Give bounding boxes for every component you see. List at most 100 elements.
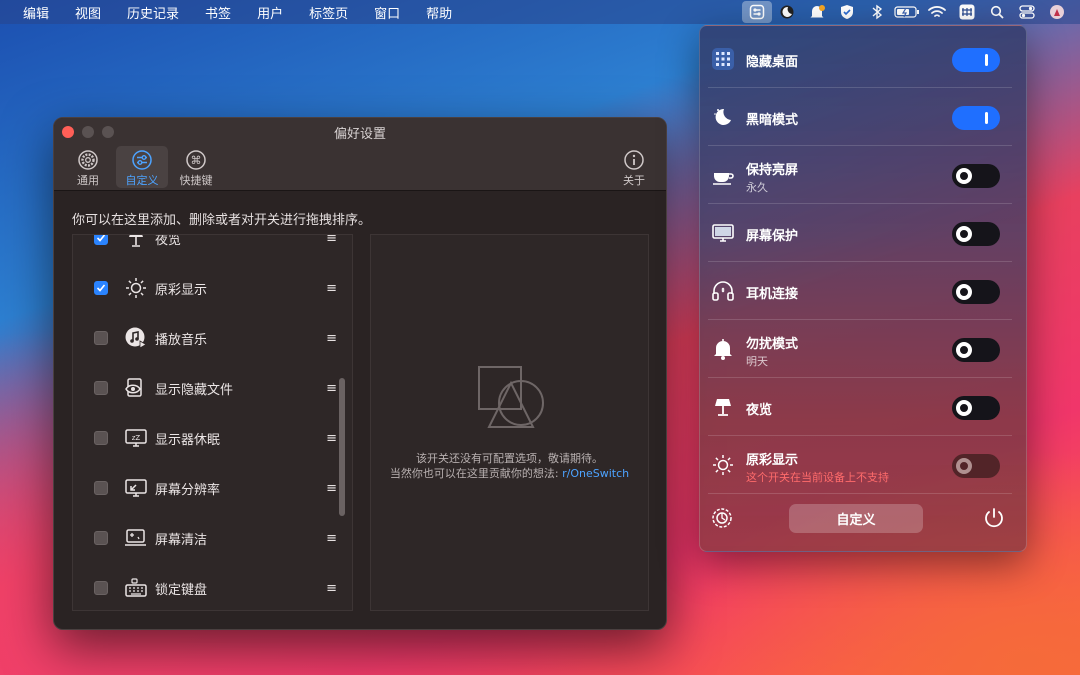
page-description: 你可以在这里添加、删除或者对开关进行拖拽排序。 xyxy=(72,213,372,228)
tab-customize[interactable]: 自定义 xyxy=(116,146,168,188)
sun-icon xyxy=(710,452,736,478)
headphones-toggle[interactable] xyxy=(952,280,1000,304)
status-bar xyxy=(742,0,1072,24)
wifi-icon[interactable] xyxy=(922,1,952,23)
switch-name: 夜览 xyxy=(746,403,773,418)
menu-bar: 编辑 视图 历史记录 书签 用户 标签页 窗口 帮助 xyxy=(0,0,1080,24)
moon-app-icon[interactable] xyxy=(772,1,802,23)
item-label: 显示隐藏文件 xyxy=(155,382,234,398)
drag-handle[interactable]: ≡ xyxy=(326,331,337,346)
item-checkbox[interactable] xyxy=(94,431,108,445)
switch-subtitle: 永久 xyxy=(746,181,768,194)
screen-clean-icon xyxy=(123,525,149,551)
item-checkbox[interactable] xyxy=(94,581,108,595)
switch-subtitle: 明天 xyxy=(746,355,768,368)
drag-handle[interactable]: ≡ xyxy=(326,381,337,396)
do-not-disturb-toggle[interactable] xyxy=(952,338,1000,362)
item-checkbox[interactable] xyxy=(94,281,108,295)
list-item[interactable]: 显示隐藏文件 ≡ xyxy=(73,363,343,413)
info-icon xyxy=(623,148,645,172)
shield-icon[interactable] xyxy=(832,1,862,23)
lamp-icon xyxy=(710,394,736,420)
tab-general[interactable]: 通用 xyxy=(62,146,114,188)
drag-handle[interactable]: ≡ xyxy=(326,581,337,596)
item-checkbox[interactable] xyxy=(94,331,108,345)
menu-bookmarks[interactable]: 书签 xyxy=(192,3,244,22)
bell-icon xyxy=(710,336,736,362)
drag-handle[interactable]: ≡ xyxy=(326,481,337,496)
night-shift-toggle[interactable] xyxy=(952,396,1000,420)
switch-name: 原彩显示 xyxy=(746,453,799,468)
display-sleep-icon: zZ xyxy=(123,425,149,451)
tab-shortcuts[interactable]: ⌘ 快捷键 xyxy=(170,146,222,188)
bluetooth-icon[interactable] xyxy=(862,1,892,23)
command-icon: ⌘ xyxy=(185,148,207,172)
switch-row-night-shift: 夜览 xyxy=(708,378,1012,436)
drag-handle[interactable]: ≡ xyxy=(326,235,337,246)
svg-text:⌘: ⌘ xyxy=(191,154,202,167)
settings-gear-icon[interactable] xyxy=(710,506,734,534)
item-checkbox[interactable] xyxy=(94,531,108,545)
moon-icon xyxy=(710,104,736,130)
tab-customize-label: 自定义 xyxy=(125,174,159,187)
menu-edit[interactable]: 编辑 xyxy=(10,3,62,22)
notification-icon[interactable] xyxy=(802,1,832,23)
list-item[interactable]: 锁定键盘 ≡ xyxy=(73,563,343,610)
menu-user[interactable]: 用户 xyxy=(244,3,296,22)
drag-handle[interactable]: ≡ xyxy=(326,531,337,546)
grid-icon xyxy=(710,46,736,72)
switch-row-hide-desktop: 隐藏桌面 xyxy=(708,30,1012,88)
detail-pane: 该开关还没有可配置选项，敬请期待。 当然你也可以在这里贡献你的想法: r/One… xyxy=(370,234,649,611)
customize-button[interactable]: 自定义 xyxy=(789,504,923,533)
menu-help[interactable]: 帮助 xyxy=(413,3,465,22)
item-label: 锁定键盘 xyxy=(155,582,208,598)
switch-row-dark-mode: 黑暗模式 xyxy=(708,88,1012,146)
screensaver-toggle[interactable] xyxy=(952,222,1000,246)
avatar-icon[interactable] xyxy=(1042,1,1072,23)
switch-name: 屏幕保护 xyxy=(746,229,799,244)
menu-window[interactable]: 窗口 xyxy=(361,3,413,22)
list-item[interactable]: 屏幕清洁 ≡ xyxy=(73,513,343,563)
preferences-window: 偏好设置 通用 自定义 ⌘ 快捷键 关于 你可以在这里添加、删除或者对开关进行拖… xyxy=(53,117,667,630)
panel-footer: 自定义 xyxy=(700,496,1028,546)
keep-awake-toggle[interactable] xyxy=(952,164,1000,188)
hide-desktop-toggle[interactable] xyxy=(952,48,1000,72)
search-icon[interactable] xyxy=(982,1,1012,23)
empty-message: 该开关还没有可配置选项，敬请期待。 xyxy=(416,452,603,465)
switch-name: 保持亮屏 xyxy=(746,163,799,178)
input-method-icon[interactable] xyxy=(952,1,982,23)
coffee-icon xyxy=(710,162,736,188)
prefs-tabs: 通用 自定义 ⌘ 快捷键 xyxy=(62,146,222,188)
switch-list[interactable]: 夜览 ≡ 原彩显示 ≡ 播放音乐 ≡ 显示隐藏文件 ≡ zZ 显示器休眠 ≡ 屏… xyxy=(72,234,353,611)
switch-name: 黑暗模式 xyxy=(746,113,799,128)
list-item[interactable]: zZ 显示器休眠 ≡ xyxy=(73,413,343,463)
list-item[interactable]: 播放音乐 ≡ xyxy=(73,313,343,363)
item-label: 夜览 xyxy=(155,234,182,248)
dark-mode-toggle[interactable] xyxy=(952,106,1000,130)
item-checkbox[interactable] xyxy=(94,235,108,245)
list-item[interactable]: 屏幕分辨率 ≡ xyxy=(73,463,343,513)
battery-icon[interactable] xyxy=(892,1,922,23)
drag-handle[interactable]: ≡ xyxy=(326,431,337,446)
drag-handle[interactable]: ≡ xyxy=(326,281,337,296)
list-item[interactable]: 原彩显示 ≡ xyxy=(73,263,343,313)
list-item[interactable]: 夜览 ≡ xyxy=(73,234,343,263)
control-center-icon[interactable] xyxy=(1012,1,1042,23)
item-label: 屏幕分辨率 xyxy=(155,482,221,498)
subreddit-link[interactable]: r/OneSwitch xyxy=(562,467,629,480)
switch-row-do-not-disturb: 勿扰模式 明天 xyxy=(708,320,1012,378)
tab-about[interactable]: 关于 xyxy=(608,146,660,188)
list-scrollbar[interactable] xyxy=(339,378,345,516)
menu-view[interactable]: 视图 xyxy=(62,3,114,22)
power-icon[interactable] xyxy=(982,506,1006,534)
item-checkbox[interactable] xyxy=(94,381,108,395)
oneswitch-icon[interactable] xyxy=(742,1,772,23)
window-title: 偏好设置 xyxy=(333,127,386,142)
tab-about-label: 关于 xyxy=(623,174,645,187)
gear-icon xyxy=(77,148,99,172)
menu-history[interactable]: 历史记录 xyxy=(114,3,192,22)
monitor-icon xyxy=(710,220,736,246)
menu-tabs[interactable]: 标签页 xyxy=(296,3,361,22)
app-menu: 编辑 视图 历史记录 书签 用户 标签页 窗口 帮助 xyxy=(10,3,465,22)
item-checkbox[interactable] xyxy=(94,481,108,495)
